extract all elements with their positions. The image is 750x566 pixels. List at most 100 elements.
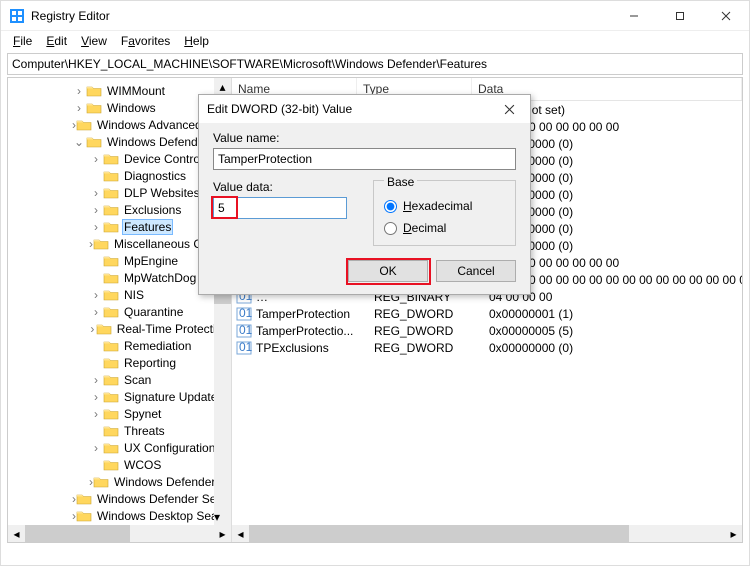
menubar: File Edit View Favorites Help — [1, 31, 749, 51]
tree-item-label: Windows — [105, 101, 158, 115]
svg-text:011: 011 — [239, 307, 252, 320]
tree-item-label: Diagnostics — [122, 169, 188, 183]
tree-item[interactable]: › UX Configuration — [8, 439, 231, 456]
chevron-right-icon[interactable]: › — [89, 322, 96, 336]
tree-item-label: NIS — [122, 288, 146, 302]
tree-item-label: Windows Desktop Search — [95, 509, 232, 523]
cancel-button[interactable]: Cancel — [436, 260, 516, 282]
value-data: 0x00000001 (1) — [489, 307, 742, 321]
value-name: TamperProtection — [256, 307, 374, 321]
chevron-right-icon[interactable]: › — [89, 152, 103, 166]
svg-text:011: 011 — [239, 341, 252, 354]
close-button[interactable] — [703, 1, 749, 31]
value-name-label: Value name: — [213, 131, 516, 145]
tree-item-label: Quarantine — [122, 305, 185, 319]
chevron-right-icon[interactable]: › — [89, 373, 103, 387]
chevron-right-icon[interactable]: › — [72, 101, 86, 115]
base-label: Base — [384, 175, 417, 189]
close-icon — [504, 104, 515, 115]
ok-button[interactable]: OK — [348, 260, 428, 282]
window-titlebar: Registry Editor — [1, 1, 749, 31]
value-data: 0x00000005 (5) — [489, 324, 742, 338]
tree-item[interactable]: › Scan — [8, 371, 231, 388]
menu-file[interactable]: File — [7, 33, 38, 49]
scroll-right-icon[interactable]: ▸ — [725, 525, 742, 542]
tree-item[interactable]: ›Windows Defender Security Center — [8, 490, 231, 507]
cancel-label: Cancel — [457, 264, 494, 278]
tree-item[interactable]: WCOS — [8, 456, 231, 473]
menu-edit[interactable]: Edit — [40, 33, 73, 49]
radio-decimal[interactable] — [384, 222, 397, 235]
chevron-right-icon[interactable]: › — [89, 305, 103, 319]
chevron-right-icon[interactable]: › — [89, 186, 103, 200]
chevron-right-icon[interactable]: › — [89, 288, 103, 302]
value-name-input[interactable] — [213, 148, 516, 170]
tree-item-label: Spynet — [122, 407, 163, 421]
chevron-right-icon[interactable]: › — [89, 441, 103, 455]
chevron-right-icon[interactable]: › — [89, 407, 103, 421]
chevron-right-icon[interactable]: › — [89, 390, 103, 404]
tree-item-label: Exclusions — [122, 203, 183, 217]
tree-item-label: Signature Updates — [122, 390, 225, 404]
value-data-label: Value data: — [213, 180, 353, 194]
list-horizontal-scrollbar[interactable]: ◂ ▸ — [232, 525, 742, 542]
value-name: TamperProtectio... — [256, 324, 374, 338]
window-title: Registry Editor — [31, 9, 110, 23]
menu-favorites[interactable]: Favorites — [115, 33, 176, 49]
dialog-titlebar[interactable]: Edit DWORD (32-bit) Value — [199, 95, 530, 123]
tree-item[interactable]: ›Windows Desktop Search — [8, 507, 231, 524]
chevron-right-icon[interactable]: › — [72, 84, 86, 98]
tree-horizontal-scrollbar[interactable]: ◂ ▸ — [8, 525, 231, 542]
tree-item-label: DLP Websites — [122, 186, 202, 200]
tree-item-label: UX Configuration — [122, 441, 217, 455]
chevron-right-icon[interactable]: › — [89, 220, 103, 234]
scroll-left-icon[interactable]: ◂ — [232, 525, 249, 542]
minimize-button[interactable] — [611, 1, 657, 31]
chevron-down-icon[interactable]: ⌄ — [72, 135, 86, 149]
regedit-icon — [9, 8, 25, 24]
tree-item[interactable]: ›Windows Defender Exploit Guard — [8, 473, 231, 490]
list-row[interactable]: 011TamperProtectionREG_DWORD0x00000001 (… — [232, 305, 742, 322]
maximize-button[interactable] — [657, 1, 703, 31]
tree-item-label: WIMMount — [105, 84, 167, 98]
tree-item-label: Scan — [122, 373, 153, 387]
list-row[interactable]: 011 TamperProtectio...REG_DWORD0x00000005… — [232, 322, 742, 339]
address-bar[interactable]: Computer\HKEY_LOCAL_MACHINE\SOFTWARE\Mic… — [7, 53, 743, 75]
tree-item-label: Remediation — [122, 339, 193, 353]
menu-help[interactable]: Help — [178, 33, 215, 49]
base-groupbox: Base Hexadecimal Decimal — [373, 180, 516, 246]
hex-label: Hexadecimal — [403, 199, 472, 213]
dialog-title: Edit DWORD (32-bit) Value — [207, 102, 496, 116]
radio-hexadecimal[interactable] — [384, 200, 397, 213]
scroll-right-icon[interactable]: ▸ — [214, 525, 231, 542]
edit-dword-dialog: Edit DWORD (32-bit) Value Value name: Va… — [198, 94, 531, 295]
tree-item[interactable]: ›Real-Time Protection — [8, 320, 231, 337]
tree-item[interactable]: › Spynet — [8, 405, 231, 422]
address-path: Computer\HKEY_LOCAL_MACHINE\SOFTWARE\Mic… — [12, 57, 487, 71]
dec-label: Decimal — [403, 221, 446, 235]
tree-item[interactable]: Reporting — [8, 354, 231, 371]
tree-item[interactable]: Remediation — [8, 337, 231, 354]
tree-item[interactable]: Threats — [8, 422, 231, 439]
tree-item-label: Reporting — [122, 356, 178, 370]
scroll-down-icon[interactable]: ▾ — [214, 508, 220, 525]
tree-item-label: MpEngine — [122, 254, 180, 268]
tree-item[interactable]: › Signature Updates — [8, 388, 231, 405]
tree-item[interactable]: › Quarantine — [8, 303, 231, 320]
value-data-input[interactable] — [213, 197, 347, 219]
dialog-close-button[interactable] — [496, 96, 522, 122]
value-type: REG_DWORD — [374, 324, 489, 338]
chevron-right-icon[interactable]: › — [89, 203, 103, 217]
list-row[interactable]: 011 TPExclusionsREG_DWORD0x00000000 (0) — [232, 339, 742, 356]
value-name: TPExclusions — [256, 341, 374, 355]
tree-item-label: Features — [122, 219, 173, 235]
scroll-left-icon[interactable]: ◂ — [8, 525, 25, 542]
value-data: 0x00000000 (0) — [489, 341, 742, 355]
tree-item-label: Device Control — [122, 152, 205, 166]
tree-item-label: MpWatchDog — [122, 271, 198, 285]
value-type: REG_DWORD — [374, 341, 489, 355]
svg-text:011: 011 — [239, 324, 252, 337]
menu-view[interactable]: View — [75, 33, 113, 49]
tree-item-label: Windows Defender Security Center — [95, 492, 232, 506]
scroll-up-icon[interactable]: ▴ — [214, 78, 231, 95]
